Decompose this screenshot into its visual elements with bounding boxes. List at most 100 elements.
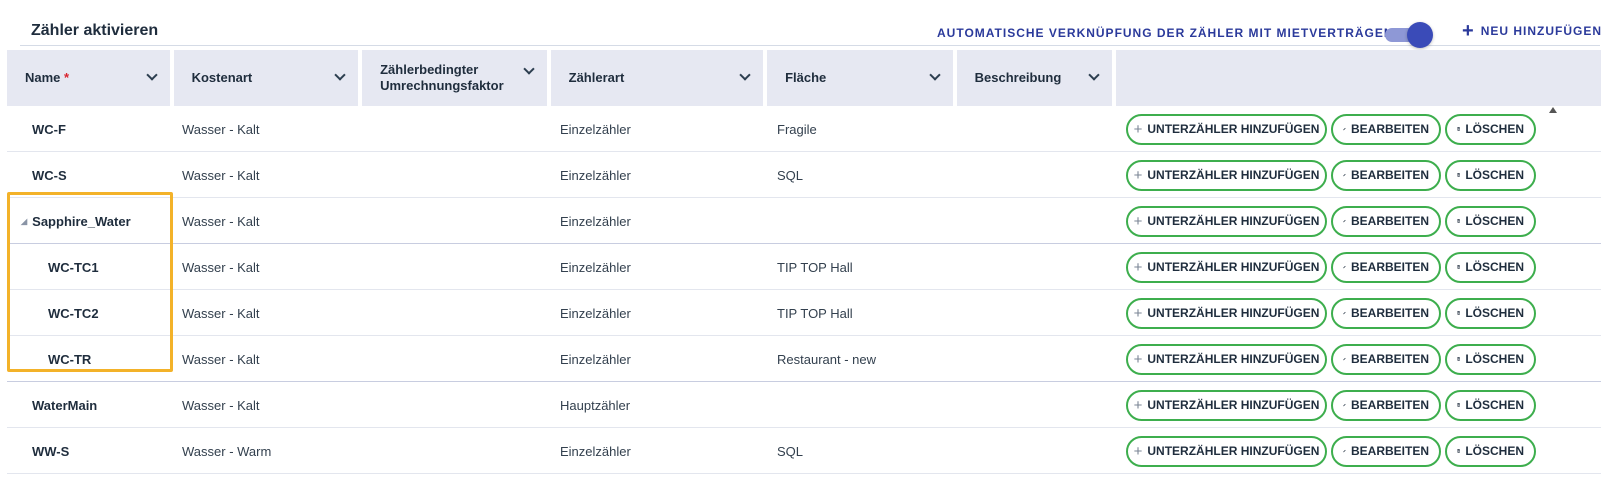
required-marker: *	[64, 70, 70, 85]
chevron-down-icon[interactable]	[334, 69, 346, 81]
add-submeter-button[interactable]: + UNTERZÄHLER HINZUFÜGEN	[1126, 435, 1327, 467]
meter-name: ◢WC-S	[32, 167, 67, 183]
add-submeter-label: UNTERZÄHLER HINZUFÜGEN	[1147, 398, 1320, 412]
column-header-beschreibung[interactable]: Beschreibung	[956, 50, 1113, 106]
delete-button[interactable]: LÖSCHEN	[1445, 297, 1536, 329]
column-label: Zählerbedingter Umrechnungsfaktor	[380, 62, 504, 93]
table-header: Name * Kostenart Zählerbedingter Umrechnu…	[7, 50, 1601, 106]
meter-name: ◢WC-TC2	[48, 305, 99, 321]
add-submeter-button[interactable]: + UNTERZÄHLER HINZUFÜGEN	[1126, 159, 1327, 191]
delete-label: LÖSCHEN	[1465, 398, 1524, 412]
add-submeter-label: UNTERZÄHLER HINZUFÜGEN	[1147, 122, 1320, 136]
edit-button[interactable]: BEARBEITEN	[1331, 389, 1441, 421]
area: SQL	[777, 167, 804, 183]
edit-button[interactable]: BEARBEITEN	[1331, 113, 1441, 145]
plus-icon: +	[1133, 442, 1143, 460]
row-actions: + UNTERZÄHLER HINZUFÜGEN BEARBEITEN LÖSC…	[1126, 428, 1536, 474]
add-submeter-button[interactable]: + UNTERZÄHLER HINZUFÜGEN	[1126, 297, 1327, 329]
edit-button[interactable]: BEARBEITEN	[1331, 251, 1441, 283]
meter-name: ◢ Sapphire_Water	[21, 213, 131, 229]
column-header-name[interactable]: Name *	[7, 50, 170, 106]
chevron-down-icon[interactable]	[928, 69, 941, 81]
table-row[interactable]: ◢WC-TC2 Wasser - Kalt Einzelzähler TIP T…	[7, 290, 1601, 336]
trash-icon	[1457, 357, 1461, 361]
add-new-button[interactable]: + NEU HINZUFÜGEN	[1462, 21, 1602, 41]
trash-icon	[1457, 219, 1461, 223]
row-actions: + UNTERZÄHLER HINZUFÜGEN BEARBEITEN LÖSC…	[1126, 198, 1536, 244]
trash-icon	[1457, 265, 1461, 269]
chevron-down-icon[interactable]	[522, 63, 535, 75]
column-header-faktor[interactable]: Zählerbedingter Umrechnungsfaktor	[362, 50, 547, 106]
edit-label: BEARBEITEN	[1350, 214, 1429, 228]
plus-icon: +	[1133, 120, 1143, 138]
pencil-icon	[1343, 357, 1346, 361]
meter-type: Einzelzähler	[560, 351, 631, 367]
table-row[interactable]: ◢WC-TR Wasser - Kalt Einzelzähler Restau…	[7, 336, 1601, 382]
row-actions: + UNTERZÄHLER HINZUFÜGEN BEARBEITEN LÖSC…	[1126, 290, 1536, 336]
table-row[interactable]: ◢WC-F Wasser - Kalt Einzelzähler Fragile…	[7, 106, 1601, 152]
add-submeter-label: UNTERZÄHLER HINZUFÜGEN	[1147, 352, 1320, 366]
edit-label: BEARBEITEN	[1350, 398, 1429, 412]
meter-name: ◢WC-F	[32, 121, 66, 137]
add-submeter-button[interactable]: + UNTERZÄHLER HINZUFÜGEN	[1126, 113, 1327, 145]
table-row[interactable]: ◢ Sapphire_Water Wasser - Kalt Einzelzähl…	[7, 198, 1601, 244]
table-row[interactable]: ◢WC-S Wasser - Kalt Einzelzähler SQL + U…	[7, 152, 1601, 198]
delete-button[interactable]: LÖSCHEN	[1445, 343, 1536, 375]
chevron-down-icon[interactable]	[739, 69, 751, 81]
cost-type: Wasser - Kalt	[182, 305, 260, 321]
edit-button[interactable]: BEARBEITEN	[1331, 435, 1441, 467]
add-submeter-button[interactable]: + UNTERZÄHLER HINZUFÜGEN	[1126, 389, 1327, 421]
meter-type: Einzelzähler	[560, 305, 631, 321]
pencil-icon	[1343, 403, 1346, 407]
meter-name: ◢WaterMain	[32, 397, 98, 413]
delete-button[interactable]: LÖSCHEN	[1445, 159, 1536, 191]
table-row[interactable]: ◢WaterMain Wasser - Kalt Hauptzähler + U…	[7, 382, 1601, 428]
expand-triangle-icon[interactable]: ◢	[21, 217, 27, 226]
column-label: Name *	[25, 70, 70, 85]
delete-button[interactable]: LÖSCHEN	[1445, 435, 1536, 467]
add-submeter-label: UNTERZÄHLER HINZUFÜGEN	[1147, 214, 1320, 228]
pencil-icon	[1343, 127, 1346, 131]
edit-button[interactable]: BEARBEITEN	[1331, 159, 1441, 191]
area: SQL	[777, 443, 804, 459]
cost-type: Wasser - Warm	[182, 443, 272, 459]
edit-button[interactable]: BEARBEITEN	[1331, 205, 1441, 237]
edit-button[interactable]: BEARBEITEN	[1331, 343, 1441, 375]
cost-type: Wasser - Kalt	[182, 167, 260, 183]
delete-label: LÖSCHEN	[1465, 214, 1524, 228]
table-row[interactable]: ◢WW-S Wasser - Warm Einzelzähler SQL + U…	[7, 428, 1601, 474]
column-header-kostenart[interactable]: Kostenart	[173, 50, 359, 106]
trash-icon	[1457, 311, 1461, 315]
chevron-down-icon[interactable]	[145, 69, 158, 81]
add-submeter-button[interactable]: + UNTERZÄHLER HINZUFÜGEN	[1126, 343, 1327, 375]
delete-button[interactable]: LÖSCHEN	[1445, 205, 1536, 237]
delete-button[interactable]: LÖSCHEN	[1445, 113, 1536, 145]
column-header-flaeche[interactable]: Fläche	[767, 50, 953, 106]
column-header-zaehlerart[interactable]: Zählerart	[550, 50, 764, 106]
row-actions: + UNTERZÄHLER HINZUFÜGEN BEARBEITEN LÖSC…	[1126, 382, 1536, 428]
meter-name: ◢WW-S	[32, 443, 70, 459]
edit-label: BEARBEITEN	[1350, 352, 1429, 366]
pencil-icon	[1343, 449, 1346, 453]
auto-link-toggle[interactable]	[1385, 22, 1437, 48]
row-actions: + UNTERZÄHLER HINZUFÜGEN BEARBEITEN LÖSC…	[1126, 244, 1536, 290]
table-row[interactable]: ◢WC-TC1 Wasser - Kalt Einzelzähler TIP T…	[7, 244, 1601, 290]
chevron-down-icon[interactable]	[1088, 69, 1100, 81]
row-actions: + UNTERZÄHLER HINZUFÜGEN BEARBEITEN LÖSC…	[1126, 106, 1536, 152]
trash-icon	[1457, 127, 1461, 131]
edit-button[interactable]: BEARBEITEN	[1331, 297, 1441, 329]
plus-icon: +	[1133, 258, 1143, 276]
add-submeter-button[interactable]: + UNTERZÄHLER HINZUFÜGEN	[1126, 251, 1327, 283]
delete-label: LÖSCHEN	[1465, 444, 1524, 458]
meter-type: Einzelzähler	[560, 443, 631, 459]
edit-label: BEARBEITEN	[1350, 122, 1429, 136]
row-actions: + UNTERZÄHLER HINZUFÜGEN BEARBEITEN LÖSC…	[1126, 336, 1536, 382]
column-label: Fläche	[785, 70, 827, 85]
delete-button[interactable]: LÖSCHEN	[1445, 251, 1536, 283]
edit-label: BEARBEITEN	[1350, 306, 1429, 320]
delete-label: LÖSCHEN	[1465, 306, 1524, 320]
delete-button[interactable]: LÖSCHEN	[1445, 389, 1536, 421]
meter-name: ◢WC-TR	[48, 351, 92, 367]
toggle-knob	[1407, 22, 1433, 48]
add-submeter-button[interactable]: + UNTERZÄHLER HINZUFÜGEN	[1126, 205, 1327, 237]
